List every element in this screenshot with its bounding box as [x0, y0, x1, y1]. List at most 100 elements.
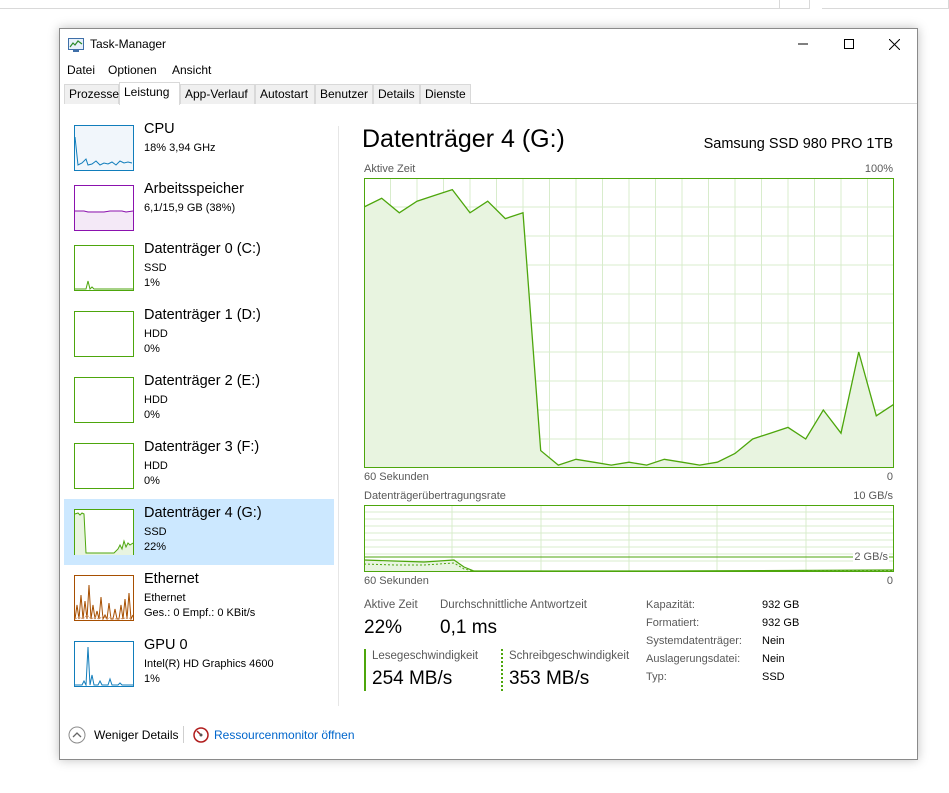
read-speed-value: 254 MB/s [372, 668, 453, 689]
sidebar-disk2-line2: 0% [144, 409, 160, 421]
sidebar-disk4-line1: SSD [144, 526, 167, 538]
maximize-button[interactable] [826, 29, 872, 59]
write-speed-label: Schreibgeschwindigkeit [509, 650, 630, 662]
capacity-value: 932 GB [762, 599, 800, 611]
page-file-value: Nein [762, 653, 785, 665]
fewer-details-link[interactable]: Weniger Details [94, 728, 178, 742]
ethernet-thumbnail-graph [74, 575, 134, 621]
sidebar-divider [338, 126, 339, 706]
sidebar-cpu-line1: 18% 3,94 GHz [144, 142, 216, 154]
sidebar-gpu0-line1: Intel(R) HD Graphics 4600 [144, 658, 274, 670]
transfer-rate-ref-label: 2 GB/s [853, 551, 889, 563]
close-icon [888, 38, 900, 50]
write-speed-value: 353 MB/s [509, 668, 590, 689]
tab-bar: Prozesse Leistung App-Verlauf Autostart … [64, 82, 917, 105]
menu-ansicht[interactable]: Ansicht [172, 63, 211, 77]
active-time-chart-xright: 0 [886, 471, 893, 483]
avg-response-label: Durchschnittliche Antwortzeit [440, 599, 588, 611]
sidebar-item-ethernet[interactable]: Ethernet Ethernet Ges.: 0 Empf.: 0 KBit/… [64, 565, 334, 631]
sidebar-cpu-name: CPU [144, 121, 175, 137]
sidebar-gpu0-name: GPU 0 [144, 637, 188, 653]
sidebar-item-cpu[interactable]: CPU 18% 3,94 GHz [64, 115, 334, 181]
avg-response-value: 0,1 ms [440, 617, 498, 638]
memory-thumbnail-graph [74, 185, 134, 231]
sidebar-item-disk0[interactable]: Datenträger 0 (C:) SSD 1% [64, 235, 334, 301]
tab-leistung[interactable]: Leistung [119, 82, 180, 105]
sidebar-ethernet-line1: Ethernet [144, 592, 186, 604]
sidebar-disk2-name: Datenträger 2 (E:) [144, 373, 261, 389]
sidebar-disk1-line2: 0% [144, 343, 160, 355]
sidebar-item-disk1[interactable]: Datenträger 1 (D:) HDD 0% [64, 301, 334, 367]
sidebar-disk0-line1: SSD [144, 262, 167, 274]
task-manager-icon [68, 38, 84, 52]
close-button[interactable] [871, 29, 917, 59]
active-time-chart-xleft: 60 Sekunden [364, 471, 429, 483]
menu-bar: Datei Optionen Ansicht [60, 60, 917, 80]
tab-autostart[interactable]: Autostart [255, 84, 315, 104]
minimize-button[interactable] [780, 29, 826, 59]
formatted-label: Formatiert: [646, 617, 700, 629]
page-title: Datenträger 4 (G:) [362, 125, 565, 153]
menu-optionen[interactable]: Optionen [108, 63, 157, 77]
footer-bar: Weniger Details Ressourcenmonitor öffnen [60, 719, 917, 749]
system-disk-value: Nein [762, 635, 785, 647]
sidebar-disk1-name: Datenträger 1 (D:) [144, 307, 261, 323]
transfer-rate-chart-label: Datenträgerübertragungsrate [364, 490, 506, 502]
background-window-strip [0, 0, 949, 10]
sidebar-disk0-name: Datenträger 0 (C:) [144, 241, 261, 257]
sidebar-item-disk2[interactable]: Datenträger 2 (E:) HDD 0% [64, 367, 334, 433]
sidebar-disk3-name: Datenträger 3 (F:) [144, 439, 260, 455]
active-time-stat-label: Aktive Zeit [364, 599, 418, 611]
sidebar-disk0-line2: 1% [144, 277, 160, 289]
resource-monitor-icon [193, 727, 209, 743]
sidebar-item-disk3[interactable]: Datenträger 3 (F:) HDD 0% [64, 433, 334, 499]
tab-prozesse[interactable]: Prozesse [64, 84, 119, 104]
formatted-value: 932 GB [762, 617, 800, 629]
gpu0-thumbnail-graph [74, 641, 134, 687]
disk0-thumbnail-graph [74, 245, 134, 291]
sidebar-disk4-line2: 22% [144, 541, 167, 553]
menu-datei[interactable]: Datei [67, 63, 95, 77]
system-disk-label: Systemdatenträger: [646, 635, 742, 647]
transfer-rate-chart-xleft: 60 Sekunden [364, 575, 429, 587]
sidebar-item-gpu0[interactable]: GPU 0 Intel(R) HD Graphics 4600 1% [64, 631, 334, 697]
disk1-thumbnail-graph [74, 311, 134, 357]
active-time-chart-label: Aktive Zeit [364, 163, 416, 175]
tab-details[interactable]: Details [373, 84, 420, 104]
page-file-label: Auslagerungsdatei: [646, 653, 741, 665]
footer-divider [183, 726, 184, 743]
active-time-chart-max: 100% [864, 163, 893, 175]
read-indicator [364, 649, 366, 691]
transfer-rate-chart [364, 505, 894, 572]
type-value: SSD [762, 671, 785, 683]
maximize-icon [844, 39, 854, 49]
read-speed-label: Lesegeschwindigkeit [372, 650, 479, 662]
active-time-chart [364, 178, 894, 468]
sidebar-item-memory[interactable]: Arbeitsspeicher 6,1/15,9 GB (38%) [64, 175, 334, 241]
write-indicator [501, 649, 503, 691]
sidebar-memory-name: Arbeitsspeicher [144, 181, 244, 197]
minimize-icon [798, 43, 808, 45]
disk-model: Samsung SSD 980 PRO 1TB [703, 136, 893, 152]
task-manager-window: Task-Manager Datei Optionen Ansicht Proz… [59, 28, 918, 760]
resource-monitor-link[interactable]: Ressourcenmonitor öffnen [214, 728, 355, 742]
sidebar-disk1-line1: HDD [144, 328, 168, 340]
sidebar-disk3-line2: 0% [144, 475, 160, 487]
type-label: Typ: [646, 671, 667, 683]
sidebar-gpu0-line2: 1% [144, 673, 160, 685]
sidebar-item-disk4[interactable]: Datenträger 4 (G:) SSD 22% [64, 499, 334, 565]
tab-benutzer[interactable]: Benutzer [315, 84, 373, 104]
sidebar-disk3-line1: HDD [144, 460, 168, 472]
sidebar-disk2-line1: HDD [144, 394, 168, 406]
capacity-label: Kapazität: [646, 599, 695, 611]
cpu-thumbnail-graph [74, 125, 134, 171]
transfer-rate-chart-xright: 0 [886, 575, 893, 587]
tab-app-verlauf[interactable]: App-Verlauf [180, 84, 255, 104]
transfer-rate-chart-max: 10 GB/s [853, 490, 893, 502]
chevron-up-circle-icon[interactable] [68, 726, 86, 744]
sidebar-disk4-name: Datenträger 4 (G:) [144, 505, 262, 521]
active-time-stat-value: 22% [364, 617, 403, 638]
title-bar[interactable]: Task-Manager [60, 29, 917, 59]
tab-dienste[interactable]: Dienste [420, 84, 471, 104]
sidebar-ethernet-line2: Ges.: 0 Empf.: 0 KBit/s [144, 607, 256, 619]
